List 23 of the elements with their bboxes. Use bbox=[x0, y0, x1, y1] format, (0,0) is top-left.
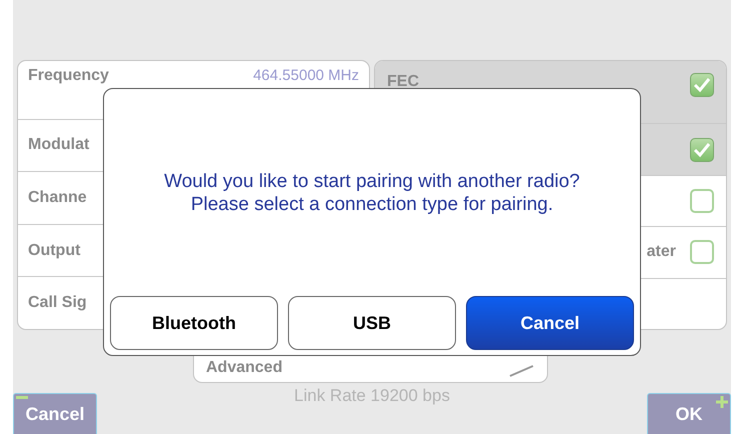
dialog-message: Would you like to start pairing with another radio? Please select a connection type for pairing. bbox=[164, 170, 580, 216]
checkbox[interactable] bbox=[690, 73, 714, 97]
dialog-button[interactable]: Bluetooth bbox=[110, 296, 278, 350]
setting-label: Output bbox=[28, 242, 80, 260]
option-label: ater bbox=[646, 243, 676, 262]
setting-label: Frequency bbox=[28, 67, 109, 85]
chevron-icon bbox=[509, 365, 535, 377]
checkbox[interactable] bbox=[690, 138, 714, 162]
checkmark-icon bbox=[693, 142, 711, 158]
option-label: FEC bbox=[387, 73, 420, 91]
setting-value: 464.55000 MHz bbox=[253, 67, 359, 84]
setting-label: Modulat bbox=[28, 136, 90, 154]
ok-button[interactable]: OK bbox=[646, 393, 731, 434]
checkbox[interactable] bbox=[690, 240, 714, 264]
setting-label: Channe bbox=[28, 188, 87, 207]
checkbox[interactable] bbox=[690, 189, 714, 214]
minus-icon bbox=[16, 396, 28, 400]
plus-icon bbox=[716, 396, 728, 408]
dialog-button[interactable]: USB bbox=[288, 296, 456, 350]
checkmark-icon bbox=[693, 77, 711, 93]
dialog-button[interactable]: Cancel bbox=[466, 296, 634, 350]
cancel-button[interactable]: Cancel bbox=[13, 393, 97, 434]
advanced-label: Advanced bbox=[206, 359, 282, 377]
